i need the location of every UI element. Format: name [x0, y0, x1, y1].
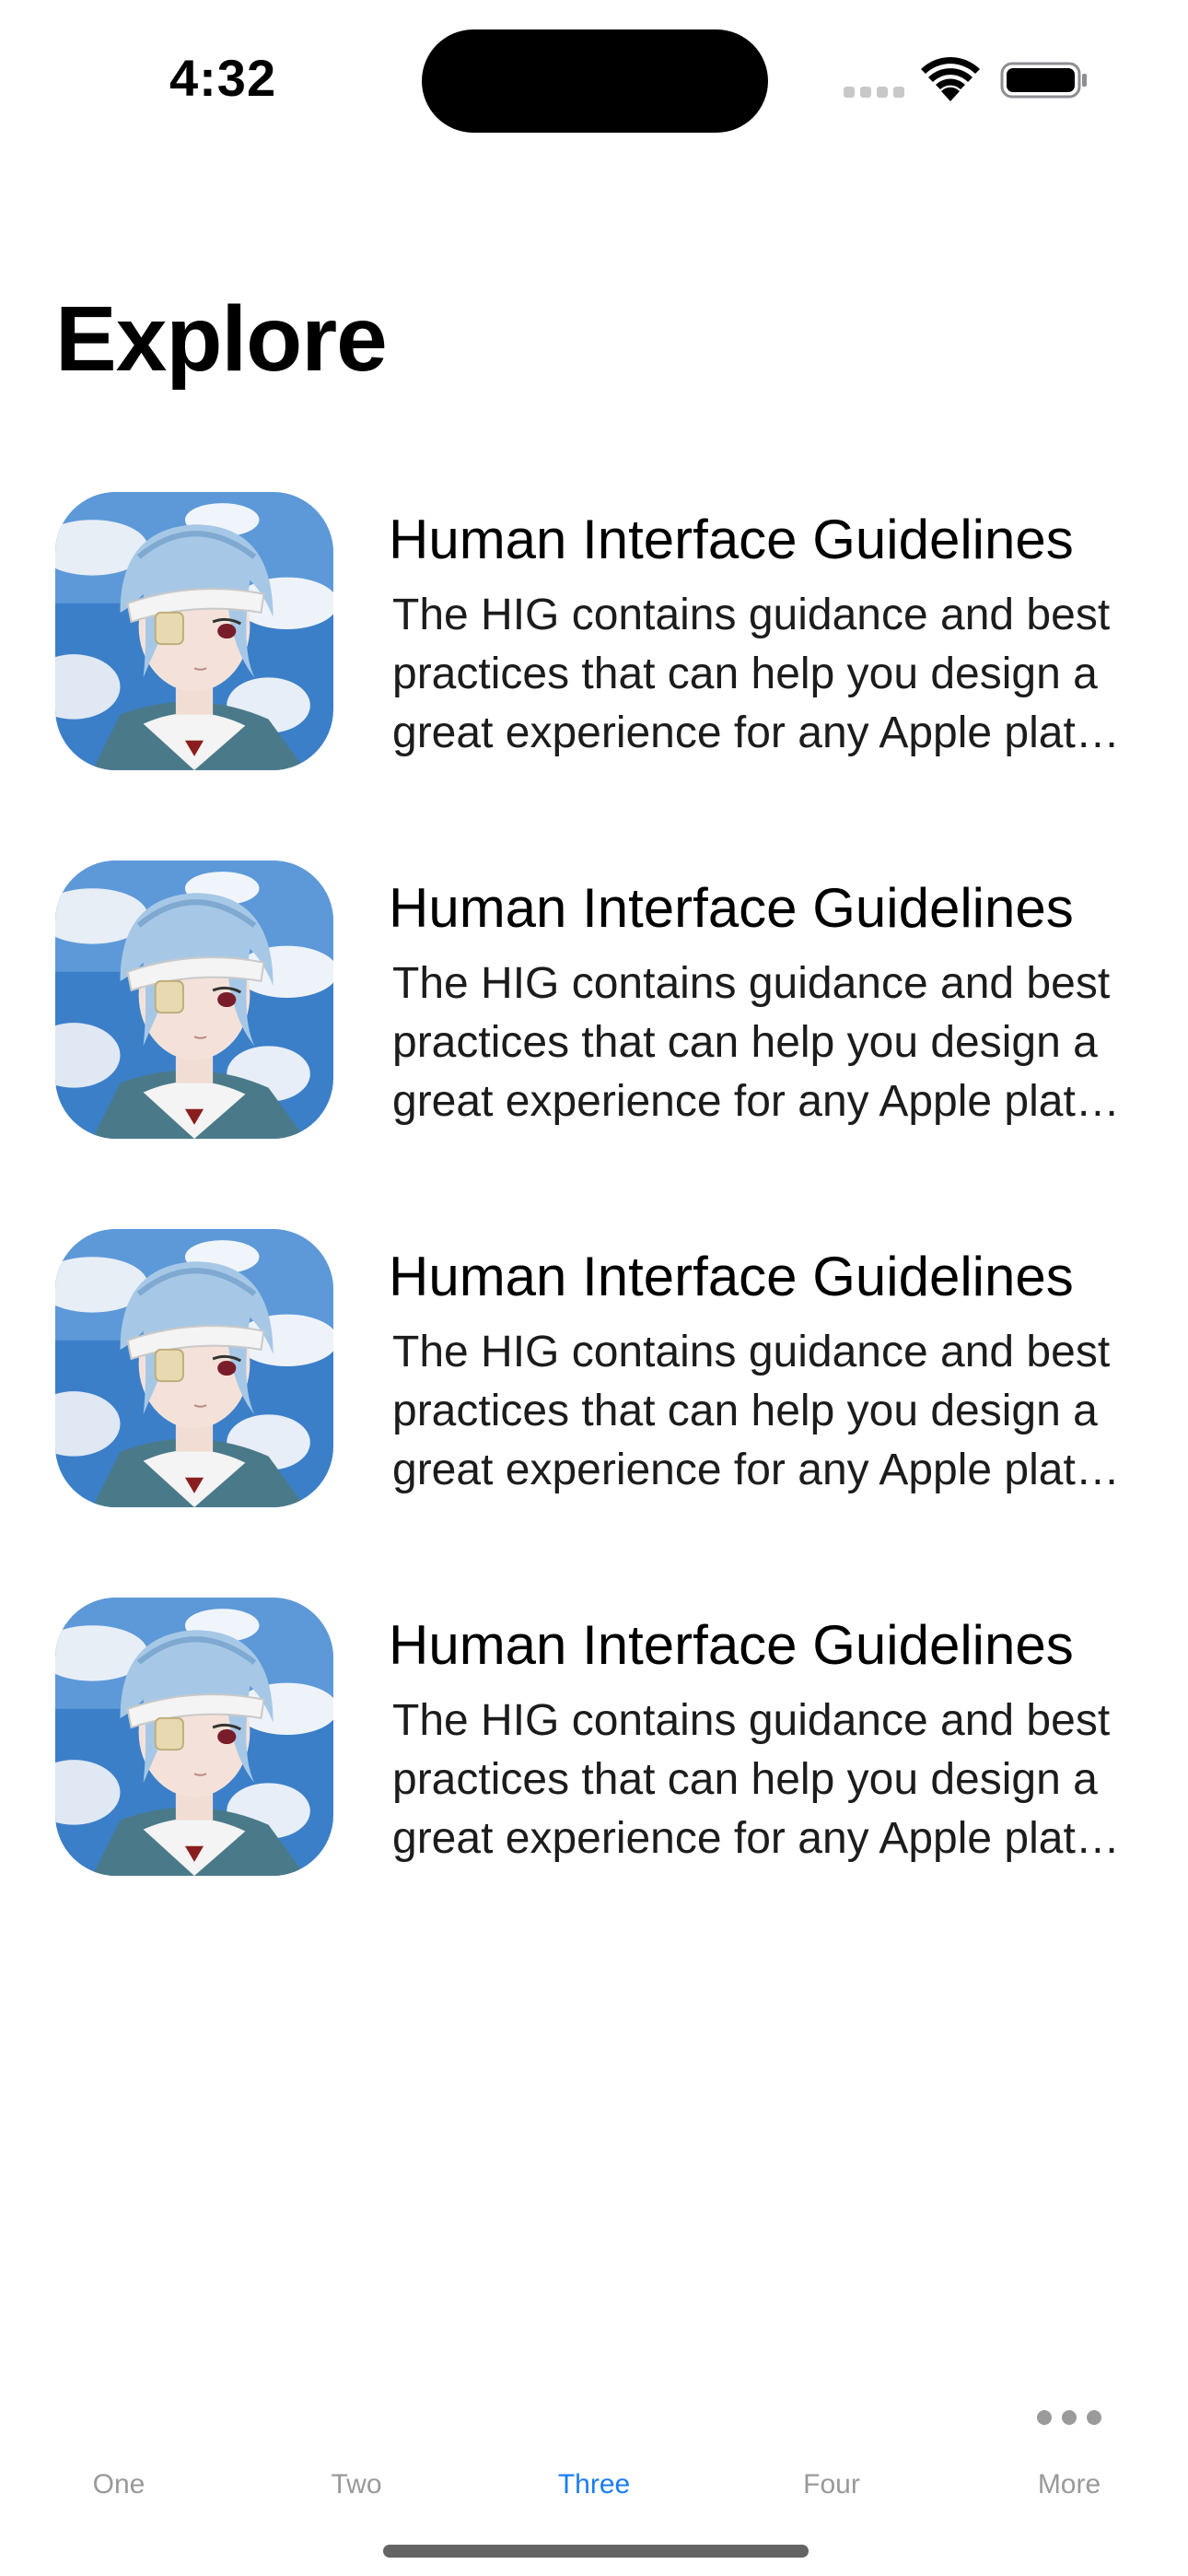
status-time: 4:32	[169, 49, 277, 107]
tab-four[interactable]: Four	[713, 2368, 950, 2506]
description-line: practices that can help you design a	[392, 1018, 1098, 1067]
tab-label: Three	[557, 2469, 631, 2500]
list-item-description: The HIG contains guidance and best pract…	[392, 954, 1138, 1131]
tab-two[interactable]: Two	[238, 2368, 475, 2506]
tab-label: Two	[331, 2469, 382, 2500]
tab-label: One	[92, 2469, 146, 2500]
anime-character-thumbnail	[55, 492, 333, 770]
description-line: The HIG contains guidance and best	[392, 1328, 1111, 1376]
description-line: great experience for any Apple plat…	[392, 1446, 1120, 1494]
tab-one[interactable]: One	[0, 2368, 238, 2506]
battery-icon	[1000, 62, 1087, 99]
description-line: practices that can help you design a	[392, 1755, 1098, 1804]
description-line: The HIG contains guidance and best	[392, 591, 1111, 639]
tab-more[interactable]: More	[950, 2368, 1188, 2506]
description-line: The HIG contains guidance and best	[392, 1696, 1111, 1745]
home-indicator	[383, 2545, 809, 2558]
list-item[interactable]: Human Interface Guidelines The HIG conta…	[0, 1225, 1188, 1505]
description-line: The HIG contains guidance and best	[392, 959, 1111, 1008]
list-item[interactable]: Human Interface Guidelines The HIG conta…	[0, 488, 1188, 768]
list-item-title: Human Interface Guidelines	[389, 877, 1074, 939]
list-item-title: Human Interface Guidelines	[389, 509, 1074, 570]
status-bar: 4:32	[0, 0, 1188, 157]
list-item[interactable]: Human Interface Guidelines The HIG conta…	[0, 1594, 1188, 1874]
description-line: great experience for any Apple plat…	[392, 1814, 1120, 1863]
anime-character-thumbnail	[55, 1598, 333, 1876]
dynamic-island	[422, 29, 768, 133]
list-item-title: Human Interface Guidelines	[389, 1246, 1074, 1307]
wifi-icon	[921, 57, 980, 101]
tab-label: More	[1037, 2469, 1101, 2500]
description-line: practices that can help you design a	[392, 650, 1098, 698]
description-line: great experience for any Apple plat…	[392, 1077, 1120, 1126]
list-item-title: Human Interface Guidelines	[389, 1614, 1074, 1676]
list-item-description: The HIG contains guidance and best pract…	[392, 1323, 1138, 1500]
tab-three[interactable]: Three	[475, 2368, 713, 2506]
cellular-signal-icon	[844, 87, 906, 98]
list-item-description: The HIG contains guidance and best pract…	[392, 1692, 1138, 1868]
description-line: practices that can help you design a	[392, 1387, 1098, 1435]
anime-character-thumbnail	[55, 1229, 333, 1507]
anime-character-thumbnail	[55, 861, 333, 1139]
description-line: great experience for any Apple plat…	[392, 708, 1120, 757]
tab-label: Four	[803, 2469, 860, 2500]
page-title: Explore	[55, 287, 388, 391]
list-item-description: The HIG contains guidance and best pract…	[392, 586, 1138, 763]
list-item[interactable]: Human Interface Guidelines The HIG conta…	[0, 857, 1188, 1137]
more-icon	[1037, 2406, 1101, 2425]
